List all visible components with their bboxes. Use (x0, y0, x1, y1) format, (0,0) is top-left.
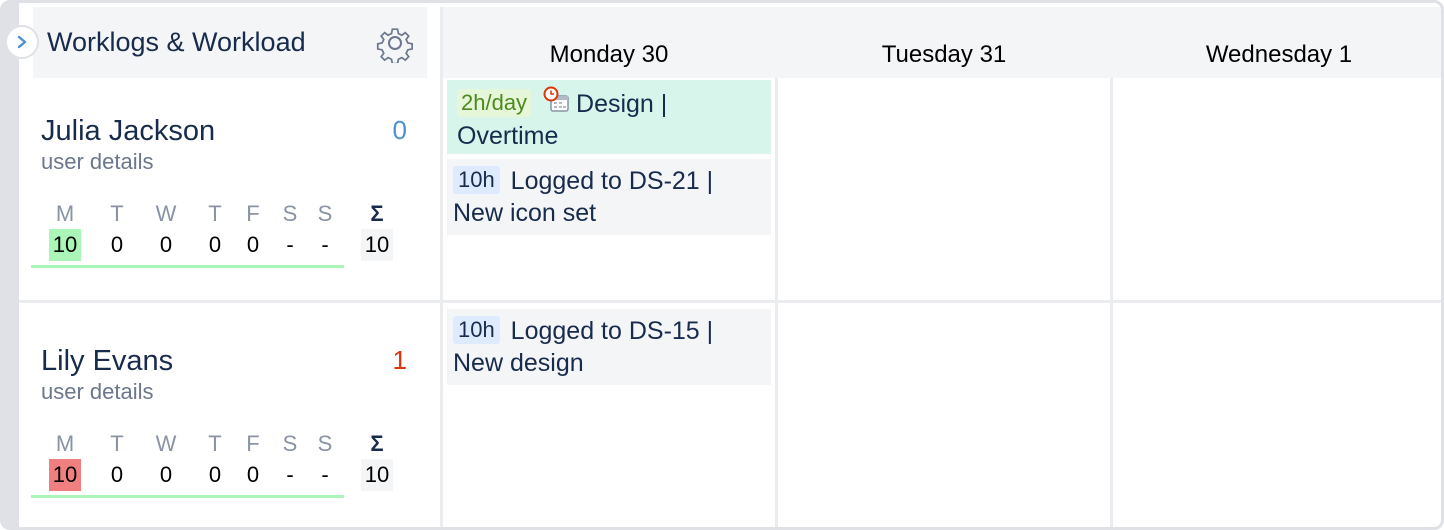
day-hours: - (286, 462, 294, 487)
user-issue-count: 1 (392, 345, 407, 375)
user-name[interactable]: Julia Jackson (41, 115, 215, 148)
weekday-letter: T (110, 431, 124, 456)
day-hours: 0 (208, 462, 222, 487)
rate-tag: 2h/day (457, 89, 532, 117)
settings-button[interactable] (373, 21, 417, 65)
worklog-card[interactable]: 10h Logged to DS-21 | New icon set (447, 159, 771, 235)
day-hours: 0 (208, 232, 222, 257)
weekday-letter: S (317, 431, 333, 456)
user-details-link[interactable]: user details (41, 379, 154, 405)
gear-icon (376, 28, 414, 63)
column-divider (1110, 78, 1113, 527)
weekday-letter: M (55, 431, 75, 456)
day-hours: 0 (246, 232, 260, 257)
day-hours: 0 (110, 462, 124, 487)
app-title: Worklogs & Workload (47, 27, 306, 57)
worklog-card[interactable]: 10h Logged to DS-15 | New design (447, 309, 771, 385)
weekday-letter: T (110, 201, 124, 226)
week-underline (31, 495, 344, 498)
weekday-letter: T (208, 431, 222, 456)
hours-tag: 10h (453, 166, 500, 194)
weekday-letter: M (55, 201, 75, 226)
day-hours: 0 (110, 232, 124, 257)
weekday-letter: F (246, 201, 260, 226)
week-underline (31, 265, 344, 268)
column-divider (775, 78, 778, 527)
day-hours: - (321, 462, 329, 487)
chevron-right-icon (17, 35, 27, 49)
day-hours: 10 (49, 229, 81, 261)
calendar-clock-icon (543, 86, 569, 112)
user-row-julia-jackson: Julia Jackson user details 0 M T W T F S… (31, 115, 411, 275)
day-header-monday: Monday 30 (549, 41, 669, 68)
day-hours: 0 (159, 462, 173, 487)
week-total: 10 (361, 229, 393, 261)
day-hours: 10 (49, 459, 81, 491)
hours-tag: 10h (453, 316, 500, 344)
user-details-link[interactable]: user details (41, 149, 154, 175)
weekday-letter: S (282, 201, 298, 226)
day-hours: - (286, 232, 294, 257)
row-divider (19, 300, 1441, 303)
day-header-wednesday: Wednesday 1 (1205, 41, 1353, 68)
user-row-lily-evans: Lily Evans user details 1 M T W T F S S … (31, 345, 411, 505)
overtime-card[interactable]: 2h/day Design | Overtime (447, 80, 771, 154)
weekday-letter: F (246, 431, 260, 456)
expand-button[interactable] (5, 25, 39, 59)
user-issue-count: 0 (392, 115, 407, 145)
left-strip (3, 3, 19, 527)
day-header-tuesday: Tuesday 31 (881, 41, 1007, 68)
weekday-letter: W (155, 431, 177, 456)
column-divider (440, 7, 443, 527)
sigma-label: Σ (370, 431, 384, 456)
day-hours: 0 (246, 462, 260, 487)
sigma-label: Σ (370, 201, 384, 226)
week-total: 10 (361, 459, 393, 491)
day-hours: 0 (159, 232, 173, 257)
user-name[interactable]: Lily Evans (41, 345, 173, 378)
worklogs-workload-panel: Worklogs & Workload Monday 30 Tuesday 31… (0, 0, 1444, 530)
weekday-letter: S (282, 431, 298, 456)
weekday-letter: W (155, 201, 177, 226)
day-hours: - (321, 232, 329, 257)
weekday-letter: S (317, 201, 333, 226)
weekday-letter: T (208, 201, 222, 226)
